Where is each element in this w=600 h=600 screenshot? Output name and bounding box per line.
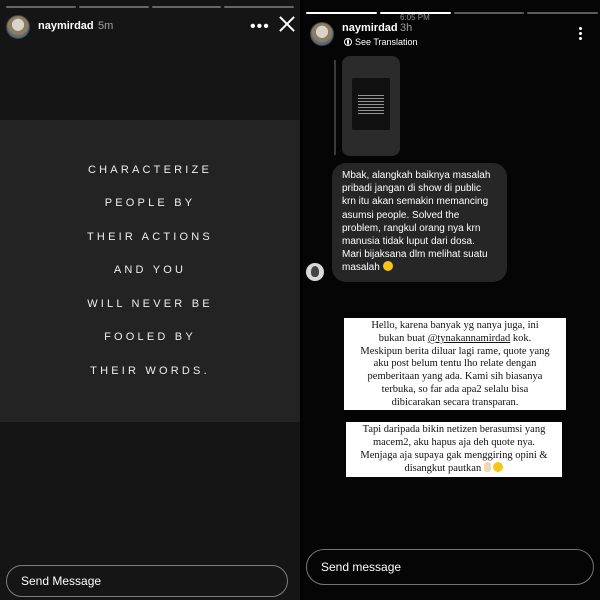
quote-line: WILL NEVER BE [87, 297, 213, 310]
reply-message-bubble: Mbak, alangkah baiknya masalah pribadi j… [332, 163, 507, 282]
note-line: disangkut pautkan [350, 462, 558, 476]
more-horizontal-icon[interactable]: ••• [250, 18, 270, 36]
note-line: aku post belum tentu lho relate dengan [373, 358, 537, 370]
quote-line: THEIR ACTIONS [87, 230, 213, 243]
story-panel-right: 6:05 PM naymirdad 3h See Translation Mba… [302, 0, 600, 600]
story-progress-bar [6, 6, 294, 8]
quote-line: FOOLED BY [104, 331, 196, 344]
story-time: 5m [98, 20, 114, 32]
progress-segment [78, 6, 149, 8]
smile-emoji-icon [382, 261, 393, 272]
close-icon[interactable] [279, 16, 295, 32]
send-message-placeholder: Send message [321, 560, 402, 574]
story-username[interactable]: naymirdad [342, 22, 398, 34]
note-line: terbuka, so far ada apa2 selalu bisa [381, 383, 529, 395]
message-line: pribadi jangan di show di public [342, 183, 481, 195]
see-translation-label: See Translation [355, 37, 418, 47]
smile-emoji-icon [493, 462, 504, 473]
avatar[interactable] [310, 22, 334, 46]
progress-segment [306, 12, 377, 14]
message-line: masalah [342, 261, 497, 274]
status-bar-time: 6:05 PM [400, 13, 430, 22]
message-line: krn itu akan semakin memancing [342, 196, 489, 208]
note-line: pemberitaan yang ada. Kami sih biasanya [367, 371, 543, 383]
note-line: Tapi daripada bikin netizen berasumsi ya… [362, 424, 546, 435]
send-message-input[interactable]: Send Message [6, 565, 288, 597]
progress-segment [453, 12, 525, 14]
hand-emoji-icon [483, 462, 491, 473]
story-text-note: Hello, karena banyak yg nanya juga, ini … [344, 318, 566, 410]
send-message-placeholder: Send Message [21, 574, 102, 588]
note-line: dibicarakan secara transparan. [391, 396, 519, 408]
replied-story-thumbnail[interactable] [342, 56, 400, 156]
message-line: Mari bijaksana dlm melihat suatu [342, 249, 488, 261]
quote-line: THEIR WORDS. [90, 364, 210, 377]
thumbnail-quote [352, 78, 390, 130]
note-line: Meskipun berita diluar lagi rame, quote … [360, 345, 550, 357]
more-vertical-icon[interactable] [579, 27, 582, 40]
quote-line: PEOPLE BY [104, 197, 196, 210]
message-line-text: masalah [342, 262, 380, 274]
quote-image: CHARACTERIZE PEOPLE BY THEIR ACTIONS AND… [0, 120, 300, 422]
story-text-note: Tapi daripada bikin netizen berasumsi ya… [346, 422, 562, 477]
story-time: 3h [400, 22, 413, 34]
progress-segment [151, 6, 222, 8]
message-line: problem, rangkul orang nya krn [342, 222, 481, 234]
message-line: manusia tidak luput dari dosa. [342, 236, 475, 248]
avatar[interactable] [6, 15, 30, 39]
quote-line: CHARACTERIZE [88, 163, 212, 176]
message-line: Mbak, alangkah baiknya masalah [342, 170, 491, 181]
story-username[interactable]: naymirdad [38, 20, 94, 32]
note-text: disangkut pautkan [404, 463, 482, 475]
mention-link[interactable]: @tynakannamirdad [428, 333, 511, 344]
message-line: asumsi people. Solved the [342, 209, 460, 221]
quote-line: AND YOU [113, 264, 187, 277]
send-message-input[interactable]: Send message [306, 549, 594, 585]
note-text: kok. [510, 332, 532, 344]
progress-segment [527, 12, 598, 14]
progress-segment [6, 6, 76, 8]
globe-icon [344, 38, 352, 46]
story-progress-bar [306, 12, 598, 14]
progress-segment [379, 12, 451, 14]
note-line: bukan buat @tynakannamirdad kok. [348, 333, 562, 346]
see-translation-link[interactable]: See Translation [344, 37, 418, 47]
note-line: Hello, karena banyak yg nanya juga, ini [371, 320, 539, 331]
story-panel-left: naymirdad 5m ••• CHARACTERIZE PEOPLE BY … [0, 0, 300, 600]
progress-segment [224, 6, 294, 8]
note-line: macem2, aku hapus aja deh quote nya. [372, 436, 536, 448]
note-line: Menjaga aja supaya gak menggiring opini … [360, 449, 548, 461]
commenter-avatar[interactable] [306, 263, 324, 281]
note-text: bukan buat [378, 332, 428, 344]
reply-indicator [334, 60, 336, 155]
